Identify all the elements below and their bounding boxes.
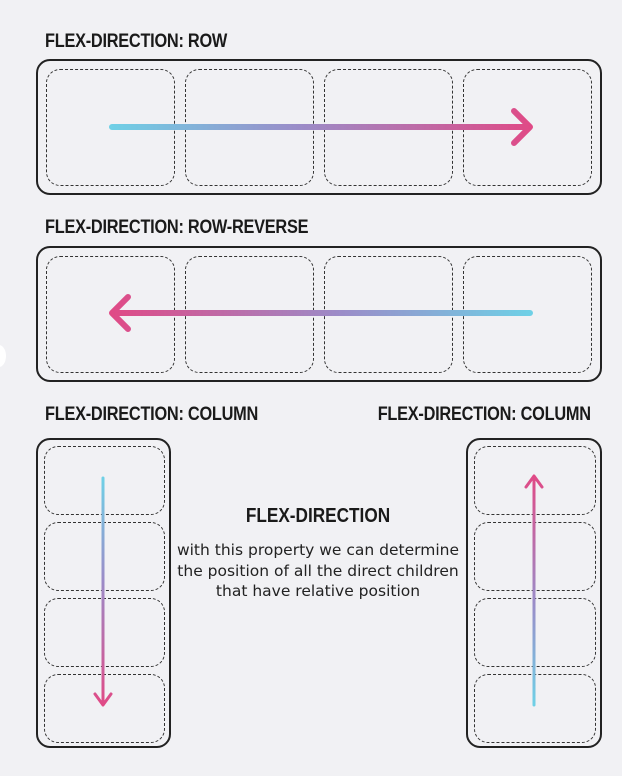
- column-left-item-4: [44, 674, 165, 743]
- column-left-label: FLEX-DIRECTION: COLUMN: [45, 404, 259, 425]
- row-reverse-container: [36, 246, 602, 382]
- center-title: FLEX-DIRECTION: [245, 505, 391, 527]
- row-item-2: [185, 69, 314, 186]
- row-item-3: [324, 69, 453, 186]
- column-left-item-1: [44, 446, 165, 515]
- column-right-item-1: [474, 446, 596, 515]
- row-reverse-item-2: [185, 256, 314, 373]
- column-right-item-2: [474, 522, 596, 591]
- row-reverse-item-4: [463, 256, 592, 373]
- column-right-label: FLEX-DIRECTION: COLUMN: [377, 404, 591, 425]
- column-left-item-3: [44, 598, 165, 667]
- column-right-container: [466, 438, 602, 748]
- row-reverse-item-3: [324, 256, 453, 373]
- row-item-1: [46, 69, 175, 186]
- row-label: FLEX-DIRECTION: ROW: [45, 31, 228, 52]
- row-reverse-item-1: [46, 256, 175, 373]
- row-item-4: [463, 69, 592, 186]
- column-left-container: [36, 438, 171, 748]
- column-right-item-4: [474, 674, 596, 743]
- column-left-item-2: [44, 522, 165, 591]
- row-reverse-label: FLEX-DIRECTION: ROW-REVERSE: [45, 217, 309, 238]
- column-right-item-3: [474, 598, 596, 667]
- carousel-edge-handle: [0, 345, 6, 367]
- center-description: with this property we can determine the …: [176, 541, 460, 600]
- row-container: [36, 59, 602, 195]
